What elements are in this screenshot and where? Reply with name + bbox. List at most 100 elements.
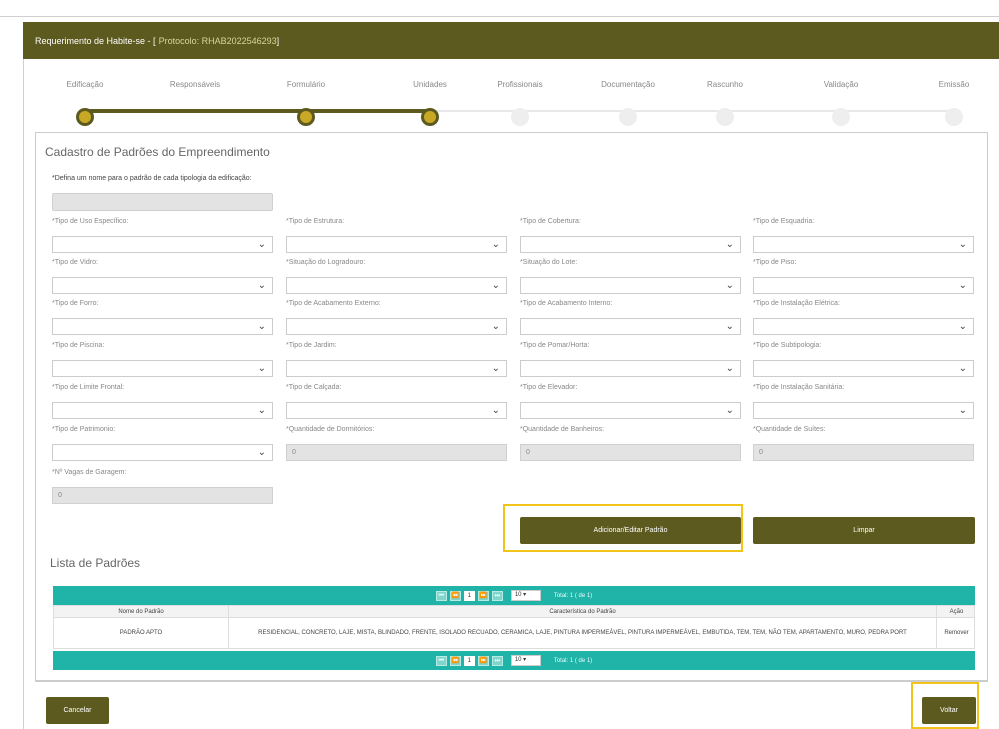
step-responsaveis[interactable]: Responsáveis <box>150 78 240 126</box>
next-page-icon[interactable]: ⏩ <box>477 655 489 666</box>
acabamento-interno-select[interactable]: ⌄ <box>520 318 741 335</box>
step-formulario[interactable]: Formulário <box>261 78 351 126</box>
field-label: *Tipo de Uso Específico: <box>52 218 129 225</box>
prev-page-icon[interactable]: ⏪ <box>449 590 461 601</box>
prev-page-icon[interactable]: ⏪ <box>449 655 461 666</box>
chevron-down-icon: ⌄ <box>725 363 734 374</box>
subtipologia-select[interactable]: ⌄ <box>753 360 974 377</box>
chevron-down-icon: ⌄ <box>257 405 266 416</box>
step-label: Emissão <box>938 80 970 89</box>
step-dot-icon <box>511 108 529 126</box>
field-label: *Tipo de Instalação Sanitária: <box>753 384 845 391</box>
field-label: *Tipo de Estrutura: <box>286 218 345 225</box>
vagas-input[interactable]: 0 <box>52 487 273 504</box>
last-page-icon[interactable]: ⏭ <box>491 655 503 666</box>
chevron-down-icon: ⌄ <box>725 321 734 332</box>
field-subtipologia: *Tipo de Subtipologia: ⌄ <box>753 341 974 377</box>
uso-select[interactable]: ⌄ <box>52 236 273 253</box>
field-label: *Tipo de Cobertura: <box>520 218 581 225</box>
instalacao-eletrica-select[interactable]: ⌄ <box>753 318 974 335</box>
per-page-select[interactable]: 10 ▾ <box>510 590 541 601</box>
limite-frontal-select[interactable]: ⌄ <box>52 402 273 419</box>
per-page-select[interactable]: 10 ▾ <box>510 655 541 666</box>
top-bar <box>0 0 999 17</box>
field-label: *Tipo de Acabamento Externo: <box>286 300 381 307</box>
lote-select[interactable]: ⌄ <box>520 277 741 294</box>
first-page-icon[interactable]: ⏮ <box>435 655 447 666</box>
field-label: *Situação do Logradouro: <box>286 259 366 266</box>
field-label: *Quantidade de Suítes: <box>753 426 826 433</box>
forro-select[interactable]: ⌄ <box>52 318 273 335</box>
col-caracteristica: Característica do Padrão <box>229 606 937 617</box>
esquadria-select[interactable]: ⌄ <box>753 236 974 253</box>
chevron-down-icon: ⌄ <box>725 239 734 250</box>
field-label: *Nº Vagas de Garagem: <box>52 469 127 476</box>
chevron-down-icon: ⌄ <box>257 447 266 458</box>
patrimonio-select[interactable]: ⌄ <box>52 444 273 461</box>
jardim-select[interactable]: ⌄ <box>286 360 507 377</box>
cancel-button[interactable]: Cancelar <box>46 697 109 724</box>
pomar-horta-select[interactable]: ⌄ <box>520 360 741 377</box>
step-label: Rascunho <box>706 80 744 89</box>
step-dot-icon <box>421 108 439 126</box>
field-label: *Tipo de Forro: <box>52 300 99 307</box>
step-dot-icon <box>76 108 94 126</box>
vidro-select[interactable]: ⌄ <box>52 277 273 294</box>
chevron-down-icon: ⌄ <box>491 363 500 374</box>
suites-input[interactable]: 0 <box>753 444 974 461</box>
elevador-select[interactable]: ⌄ <box>520 402 741 419</box>
chevron-down-icon: ⌄ <box>491 405 500 416</box>
piscina-select[interactable]: ⌄ <box>52 360 273 377</box>
step-dot-icon <box>945 108 963 126</box>
banheiros-input[interactable]: 0 <box>520 444 741 461</box>
next-page-icon[interactable]: ⏩ <box>477 590 489 601</box>
field-piso: *Tipo de Piso: ⌄ <box>753 258 974 294</box>
step-label: Responsáveis <box>169 80 221 89</box>
header-close: ] <box>276 35 280 46</box>
page-number[interactable]: 1 <box>463 590 475 601</box>
dormitorios-input[interactable]: 0 <box>286 444 507 461</box>
field-label: *Tipo de Piso: <box>753 259 797 266</box>
highlight-add-button <box>503 504 743 552</box>
logradouro-select[interactable]: ⌄ <box>286 277 507 294</box>
field-label: *Tipo de Piscina: <box>52 342 105 349</box>
step-rascunho[interactable]: Rascunho <box>680 78 770 126</box>
field-jardim: *Tipo de Jardim: ⌄ <box>286 341 507 377</box>
step-profissionais[interactable]: Profissionais <box>475 78 565 126</box>
last-page-icon[interactable]: ⏭ <box>491 590 503 601</box>
step-edificacao[interactable]: Edificação <box>40 78 130 126</box>
cobertura-select[interactable]: ⌄ <box>520 236 741 253</box>
chevron-down-icon: ⌄ <box>958 280 967 291</box>
step-label: Unidades <box>413 80 447 89</box>
piso-select[interactable]: ⌄ <box>753 277 974 294</box>
step-emissao[interactable]: Emissão <box>909 78 999 126</box>
step-label: Formulário <box>286 80 326 89</box>
field-label: *Tipo de Acabamento Interno: <box>520 300 613 307</box>
highlight-back-button <box>911 682 979 729</box>
chevron-down-icon: ⌄ <box>958 363 967 374</box>
acabamento-externo-select[interactable]: ⌄ <box>286 318 507 335</box>
step-documentacao[interactable]: Documentação <box>583 78 673 126</box>
step-validacao[interactable]: Validação <box>796 78 886 126</box>
chevron-down-icon: ⌄ <box>725 280 734 291</box>
progress-line-done <box>85 109 430 113</box>
first-page-icon[interactable]: ⏮ <box>435 590 447 601</box>
pager-total: Total: 1 ( de 1) <box>553 657 593 664</box>
estrutura-select[interactable]: ⌄ <box>286 236 507 253</box>
field-esquadria: *Tipo de Esquadria: ⌄ <box>753 217 974 253</box>
pattern-name-input[interactable] <box>52 193 273 211</box>
field-instalacao-eletrica: *Tipo de Instalação Elétrica: ⌄ <box>753 299 974 335</box>
instalacao-sanitaria-select[interactable]: ⌄ <box>753 402 974 419</box>
field-instalacao-sanitaria: *Tipo de Instalação Sanitária: ⌄ <box>753 383 974 419</box>
calcada-select[interactable]: ⌄ <box>286 402 507 419</box>
page-number[interactable]: 1 <box>463 655 475 666</box>
step-label: Edificação <box>66 80 104 89</box>
clear-button[interactable]: Limpar <box>753 517 975 544</box>
wizard-steps: Edificação Responsáveis Formulário Unida… <box>23 78 999 128</box>
remove-link[interactable]: Remover <box>937 618 976 648</box>
step-label: Documentação <box>601 80 655 89</box>
step-unidades[interactable]: Unidades <box>385 78 475 126</box>
chevron-down-icon: ⌄ <box>491 239 500 250</box>
pager-bottom: ⏮ ⏪ 1 ⏩ ⏭ 10 ▾ Total: 1 ( de 1) <box>53 651 975 670</box>
col-nome: Nome do Padrão <box>54 606 229 617</box>
